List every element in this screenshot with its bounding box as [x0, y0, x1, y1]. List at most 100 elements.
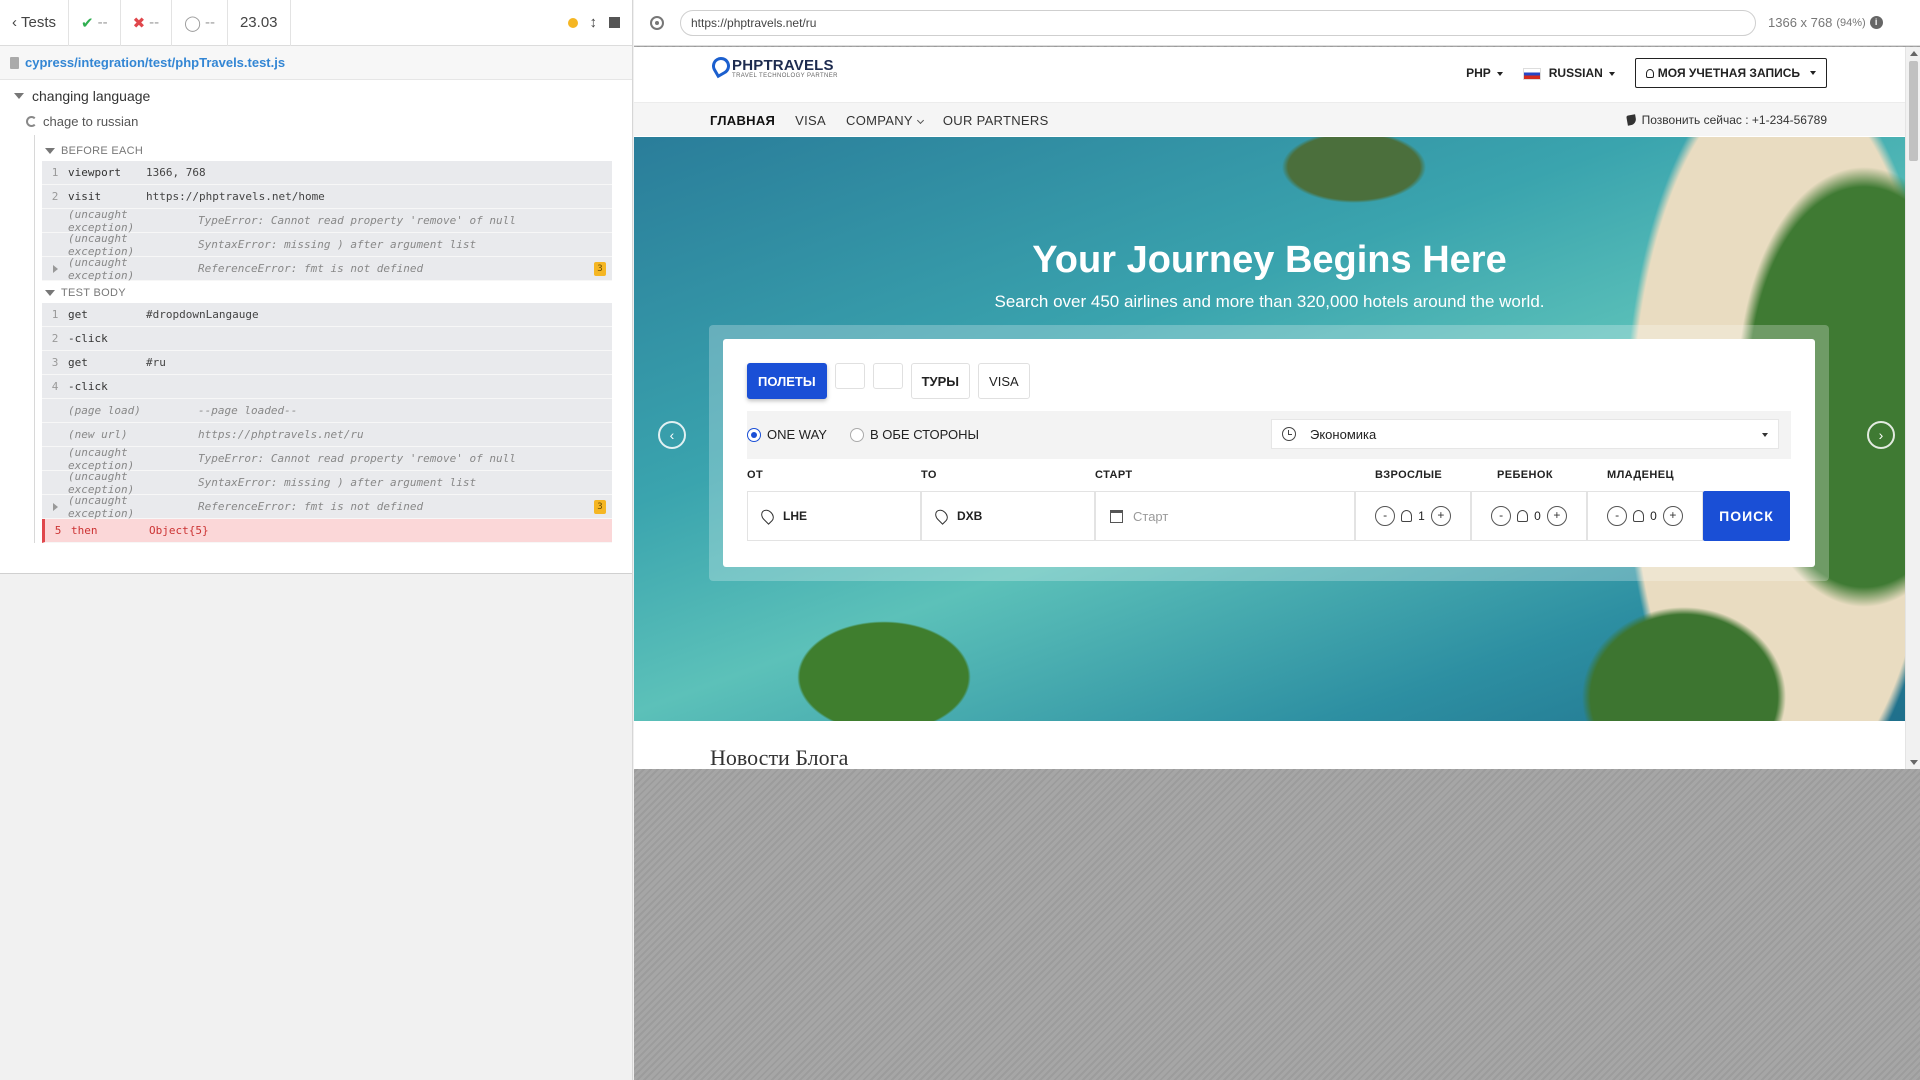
command-row[interactable]: (uncaught exception) TypeError: Cannot re…: [42, 445, 612, 472]
nav-item-home[interactable]: ГЛАВНАЯ: [710, 113, 775, 128]
tab-visa[interactable]: VISA: [978, 363, 1030, 399]
command-row[interactable]: (uncaught exception) SyntaxError: missing…: [42, 232, 612, 258]
command-name: (page load): [68, 404, 141, 417]
command-name: visit: [68, 190, 102, 203]
to-value: DXB: [957, 509, 983, 523]
currency-dropdown[interactable]: PHP: [1466, 66, 1503, 80]
test-title[interactable]: chage to russian: [0, 104, 632, 135]
command-row[interactable]: 2 visit https://phptravels.net/home: [42, 185, 612, 209]
suite-title[interactable]: changing language: [0, 80, 632, 104]
command-row[interactable]: 3 get #ru: [42, 351, 612, 375]
person-icon: [1633, 510, 1645, 522]
label-start: СТАРТ: [1095, 469, 1133, 481]
test-body-header[interactable]: TEST BODY: [35, 281, 612, 303]
circle-icon: ◯: [184, 14, 201, 32]
command-name: (uncaught exception): [68, 445, 135, 472]
scroll-down-icon[interactable]: [1910, 760, 1918, 765]
tab-flights[interactable]: ПОЛЕТЫ: [747, 363, 827, 399]
expand-caret-icon[interactable]: [52, 264, 58, 273]
language-label: RUSSIAN: [1548, 66, 1603, 80]
command-message: ReferenceError: fmt is not defined: [198, 262, 424, 275]
label-infant: МЛАДЕНЕЦ: [1607, 469, 1674, 481]
spec-path-link[interactable]: cypress/integration/test/phpTravels.test…: [25, 55, 285, 70]
test-runner-panel: ‹ Tests ✔ -- ✖ -- ◯ -- 23.03 ↕ cypress/i…: [0, 0, 633, 1080]
chevron-down-icon: [916, 116, 924, 124]
command-row[interactable]: (uncaught exception) TypeError: Cannot re…: [42, 208, 612, 234]
command-name: (new url): [68, 428, 128, 441]
scroll-thumb[interactable]: [1909, 61, 1918, 161]
nav-item-visa[interactable]: VISA: [795, 113, 826, 128]
command-row[interactable]: (uncaught exception) ReferenceError: fmt …: [42, 494, 612, 520]
hero-subtitle: Search over 450 airlines and more than 3…: [994, 292, 1545, 311]
calendar-icon: [1110, 509, 1123, 523]
command-number: [42, 264, 68, 273]
radio-round-trip[interactable]: В ОБЕ СТОРОНЫ: [850, 427, 979, 442]
running-spinner-icon: [26, 116, 37, 127]
trip-options: ONE WAY В ОБЕ СТОРОНЫ Экономика: [747, 411, 1791, 459]
search-button[interactable]: ПОИСК: [1703, 491, 1790, 541]
nav-menu: ГЛАВНАЯ VISA COMPANY OUR PARTNERS: [710, 103, 1049, 137]
expand-caret-icon[interactable]: [52, 502, 58, 511]
command-name: (uncaught exception): [68, 255, 135, 282]
command-row[interactable]: (new url) https://phptravels.net/ru: [42, 423, 612, 447]
date-field[interactable]: Старт: [1095, 491, 1355, 541]
language-dropdown[interactable]: RUSSIAN: [1522, 66, 1615, 80]
command-row[interactable]: (uncaught exception) ReferenceError: fmt …: [42, 255, 612, 282]
phone-contact[interactable]: Позвонить сейчас : +1-234-56789: [1625, 103, 1827, 137]
check-icon: ✔: [81, 14, 94, 32]
tests-back-button[interactable]: ‹ Tests: [0, 0, 70, 46]
caret-down-icon: [1810, 71, 1816, 75]
scroll-up-icon[interactable]: [1910, 51, 1918, 56]
command-row[interactable]: 4 -click: [42, 375, 612, 399]
account-label: МОЯ УЧЕТНАЯ ЗАПИСЬ: [1657, 66, 1800, 80]
from-value: LHE: [783, 509, 807, 523]
tab-tours[interactable]: ТУРЫ: [910, 363, 971, 399]
label-adults: ВЗРОСЛЫЕ: [1375, 469, 1443, 481]
child-minus-button[interactable]: -: [1491, 506, 1512, 526]
command-row[interactable]: 5 then Object{5}: [42, 519, 612, 543]
stop-icon[interactable]: [609, 17, 620, 28]
runner-toolbar: ‹ Tests ✔ -- ✖ -- ◯ -- 23.03 ↕: [0, 0, 632, 46]
command-number: 2: [51, 190, 59, 203]
from-field[interactable]: LHE: [747, 491, 921, 541]
command-name: -click: [68, 332, 108, 345]
adults-minus-button[interactable]: -: [1375, 506, 1396, 526]
before-each-header[interactable]: BEFORE EACH: [35, 139, 612, 161]
command-row[interactable]: 1 get #dropdownLangauge: [42, 303, 612, 327]
child-plus-button[interactable]: +: [1546, 506, 1567, 526]
failed-count: ✖ --: [121, 0, 173, 46]
adults-plus-button[interactable]: +: [1430, 506, 1451, 526]
site-logo[interactable]: PHPTRAVELS TRAVEL TECHNOLOGY PARTNER: [710, 57, 838, 79]
command-name: get: [68, 308, 88, 321]
aut-scrollbar[interactable]: [1905, 47, 1920, 769]
slider-next-icon[interactable]: ›: [1867, 421, 1895, 449]
slider-prev-icon[interactable]: ‹: [658, 421, 686, 449]
viewport-size: 1366 x 768: [1768, 15, 1833, 30]
account-dropdown-button[interactable]: МОЯ УЧЕТНАЯ ЗАПИСЬ: [1634, 58, 1827, 88]
tab-blank-2[interactable]: [872, 363, 903, 389]
location-pin-icon: [758, 507, 777, 525]
before-each-label: BEFORE EACH: [61, 145, 144, 157]
selector-playground-button[interactable]: [634, 15, 680, 30]
infant-minus-button[interactable]: -: [1607, 506, 1628, 526]
user-icon: [1645, 68, 1654, 78]
viewport-info: 1366 x 768 (94%) i: [1768, 15, 1883, 30]
command-row[interactable]: (uncaught exception) SyntaxError: missing…: [42, 470, 612, 496]
crosshair-icon: [650, 15, 664, 30]
round-trip-label: В ОБЕ СТОРОНЫ: [870, 427, 980, 442]
collapse-caret-icon: [14, 93, 24, 99]
nav-item-partners[interactable]: OUR PARTNERS: [943, 113, 1049, 128]
tab-blank-1[interactable]: [834, 363, 865, 389]
to-field[interactable]: DXB: [921, 491, 1095, 541]
command-row[interactable]: (page load) --page loaded--: [42, 399, 612, 423]
nav-item-company[interactable]: COMPANY: [846, 113, 924, 128]
command-row[interactable]: 2 -click: [42, 327, 612, 351]
auto-scroll-icon[interactable]: ↕: [590, 14, 598, 31]
before-each-commands: 1 viewport 1366, 768 2 visit https://phptrave…: [35, 161, 612, 282]
radio-one-way[interactable]: ONE WAY: [747, 427, 827, 442]
cabin-class-select[interactable]: Экономика: [1271, 419, 1779, 449]
info-icon[interactable]: i: [1869, 16, 1883, 29]
command-row[interactable]: 1 viewport 1366, 768: [42, 161, 612, 185]
aut-url-field[interactable]: https://phptravels.net/ru: [680, 9, 1756, 36]
infant-plus-button[interactable]: +: [1662, 506, 1683, 526]
